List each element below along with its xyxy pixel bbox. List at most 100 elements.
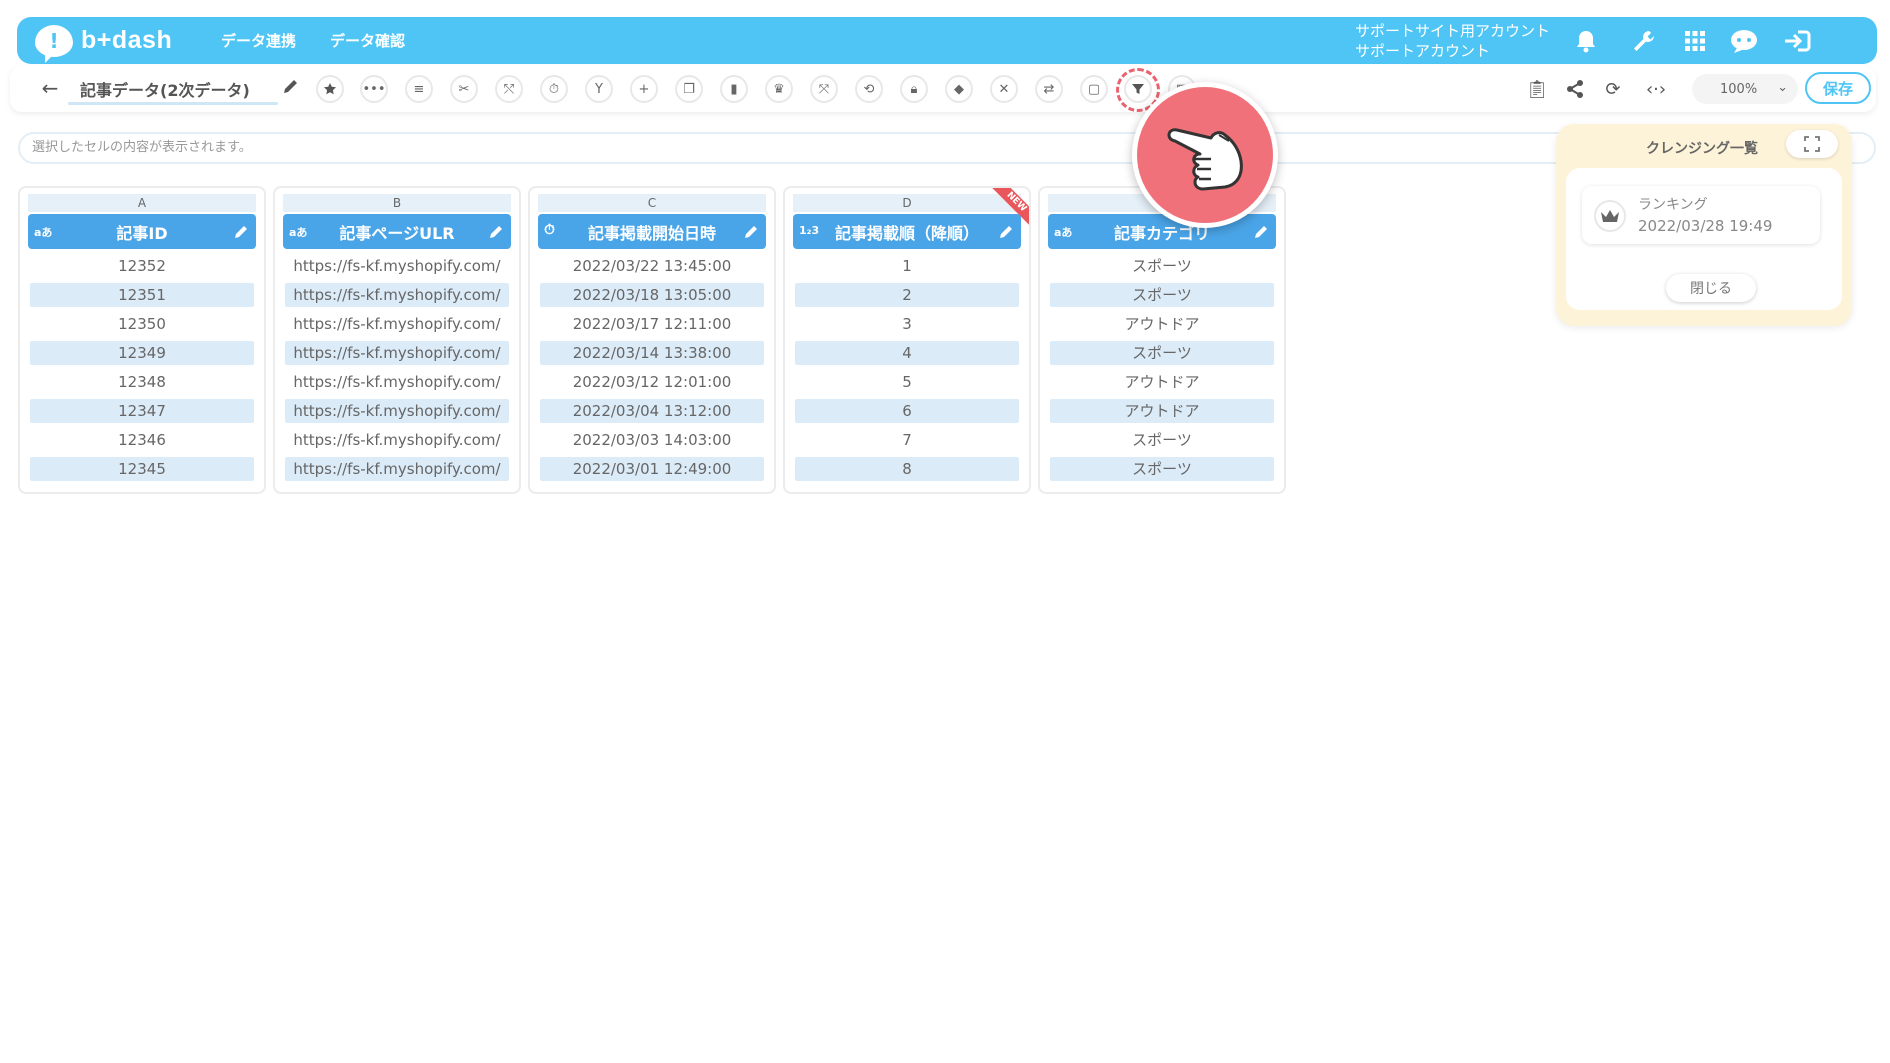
table-cell[interactable]: 2022/03/12 12:01:00 — [540, 370, 764, 394]
table-cell[interactable]: https://fs-kf.myshopify.com/ — [285, 399, 509, 423]
merge-icon[interactable]: ⤲ — [495, 75, 523, 103]
table-cell[interactable]: 2022/03/03 14:03:00 — [540, 428, 764, 452]
table-cell[interactable]: 12347 — [30, 399, 254, 423]
table-cell[interactable]: 2022/03/22 13:45:00 — [540, 254, 764, 278]
column-header[interactable]: aあ 記事ページULR — [283, 214, 511, 249]
table-cell[interactable]: 1 — [795, 254, 1019, 278]
pointing-hand-icon — [1132, 82, 1278, 228]
arrow-left-icon[interactable]: ← — [38, 77, 62, 101]
table-cell[interactable]: スポーツ — [1050, 254, 1274, 278]
table-cell[interactable]: 3 — [795, 312, 1019, 336]
table-cell[interactable]: 12349 — [30, 341, 254, 365]
table-cell[interactable]: 12352 — [30, 254, 254, 278]
table-cell[interactable]: https://fs-kf.myshopify.com/ — [285, 457, 509, 481]
column-b[interactable]: B aあ 記事ページULR https://fs-kf.myshopify.co… — [273, 186, 521, 494]
column-header[interactable]: aあ 記事ID — [28, 214, 256, 249]
code-icon[interactable]: ‹·› — [1640, 77, 1672, 101]
close-circle-icon[interactable]: ✕ — [990, 75, 1018, 103]
table-cell[interactable]: 5 — [795, 370, 1019, 394]
logout-icon[interactable] — [1782, 26, 1812, 56]
expand-icon[interactable]: ⤧ — [810, 75, 838, 103]
toolbar: ← 記事データ(2次データ) ••• ≡ ✂ ⤲ ⏱ Y + ❐ ▮ ♛ ⤧ ⟲… — [10, 66, 1876, 112]
table-cell[interactable]: 12351 — [30, 283, 254, 307]
account-info[interactable]: サポートサイト用アカウント サポートアカウント — [1355, 21, 1550, 61]
table-cell[interactable]: https://fs-kf.myshopify.com/ — [285, 254, 509, 278]
branch-icon[interactable]: Y — [585, 75, 613, 103]
lock-icon[interactable]: 🔒︎ — [900, 75, 928, 103]
column-header[interactable]: ⏱ 記事掲載開始日時 — [538, 214, 766, 249]
save-button[interactable]: 保存 — [1805, 72, 1871, 104]
table-cell[interactable]: アウトドア — [1050, 399, 1274, 423]
column-letter: A — [28, 194, 256, 212]
lines-icon[interactable]: ≡ — [405, 75, 433, 103]
fullscreen-icon — [1804, 136, 1820, 152]
repeat-icon[interactable]: ⟲ — [855, 75, 883, 103]
table-cell[interactable]: 12346 — [30, 428, 254, 452]
share-icon[interactable] — [1563, 77, 1587, 101]
table-cell[interactable]: 2022/03/14 13:38:00 — [540, 341, 764, 365]
table-cell[interactable]: https://fs-kf.myshopify.com/ — [285, 370, 509, 394]
table-cell[interactable]: https://fs-kf.myshopify.com/ — [285, 428, 509, 452]
table-cell[interactable]: https://fs-kf.myshopify.com/ — [285, 283, 509, 307]
table-cell[interactable]: スポーツ — [1050, 283, 1274, 307]
copy-icon[interactable]: ❐ — [675, 75, 703, 103]
pencil-icon[interactable] — [282, 77, 302, 97]
square-icon[interactable]: ▢ — [1080, 75, 1108, 103]
column-header[interactable]: 1₂3 記事掲載順（降順） — [793, 214, 1021, 249]
refresh-icon[interactable]: ⟳ — [1601, 77, 1625, 101]
close-button[interactable]: 閉じる — [1666, 274, 1756, 302]
table-cell[interactable]: スポーツ — [1050, 428, 1274, 452]
pencil-icon[interactable] — [234, 223, 250, 239]
wrench-icon[interactable] — [1629, 26, 1659, 56]
column-a[interactable]: A aあ 記事ID 12352 12351 12350 12349 12348 … — [18, 186, 266, 494]
nav-data-check[interactable]: データ確認 — [330, 30, 405, 51]
pencil-icon[interactable] — [999, 223, 1015, 239]
table-cell[interactable]: 12348 — [30, 370, 254, 394]
table-cell[interactable]: スポーツ — [1050, 341, 1274, 365]
table-cell[interactable]: 2022/03/01 12:49:00 — [540, 457, 764, 481]
dots-icon[interactable]: ••• — [360, 75, 388, 103]
trash-icon[interactable]: ▮ — [720, 75, 748, 103]
table-cell[interactable]: https://fs-kf.myshopify.com/ — [285, 312, 509, 336]
table-cell[interactable]: 6 — [795, 399, 1019, 423]
replace-icon[interactable]: ⇄ — [1035, 75, 1063, 103]
table-cell[interactable]: 12345 — [30, 457, 254, 481]
fullscreen-button[interactable] — [1786, 130, 1838, 158]
column-name: 記事掲載開始日時 — [587, 223, 716, 243]
chat-robot-icon[interactable] — [1729, 26, 1759, 56]
table-cell[interactable]: スポーツ — [1050, 457, 1274, 481]
bag-icon[interactable]: ◆ — [945, 75, 973, 103]
table-cell[interactable]: 2022/03/17 12:11:00 — [540, 312, 764, 336]
table-cell[interactable]: アウトドア — [1050, 370, 1274, 394]
pencil-icon[interactable] — [489, 223, 505, 239]
cleansing-item[interactable]: ランキング 2022/03/28 19:49 — [1582, 186, 1820, 244]
table-cell[interactable]: 8 — [795, 457, 1019, 481]
column-d[interactable]: NEW D 1₂3 記事掲載順（降順） 1 2 3 4 5 6 7 8 — [783, 186, 1031, 494]
crown-icon[interactable]: ♛ — [765, 75, 793, 103]
column-e[interactable]: E aあ 記事カテゴリ スポーツ スポーツ アウトドア スポーツ アウトドア ア… — [1038, 186, 1286, 494]
grid-icon[interactable] — [1680, 26, 1710, 56]
table-cell[interactable]: https://fs-kf.myshopify.com/ — [285, 341, 509, 365]
table-cell[interactable]: 4 — [795, 341, 1019, 365]
bell-icon[interactable] — [1571, 26, 1601, 56]
pencil-icon[interactable] — [1254, 223, 1270, 239]
timer-icon[interactable]: ⏱ — [540, 75, 568, 103]
table-cell[interactable]: 2022/03/04 13:12:00 — [540, 399, 764, 423]
logo[interactable]: ! b+dash — [35, 24, 185, 63]
scissors-icon[interactable]: ✂ — [450, 75, 478, 103]
star-icon[interactable] — [316, 75, 344, 103]
clipboard-icon[interactable]: 📋︎ — [1525, 77, 1549, 101]
table-cell[interactable]: 12350 — [30, 312, 254, 336]
column-c[interactable]: C ⏱ 記事掲載開始日時 2022/03/22 13:45:00 2022/03… — [528, 186, 776, 494]
nav-data-integration[interactable]: データ連携 — [221, 30, 296, 51]
column-header[interactable]: aあ 記事カテゴリ — [1048, 214, 1276, 249]
table-cell[interactable]: アウトドア — [1050, 312, 1274, 336]
pencil-icon[interactable] — [744, 223, 760, 239]
document-title[interactable]: 記事データ(2次データ) — [80, 77, 250, 101]
table-cell[interactable]: 2022/03/18 13:05:00 — [540, 283, 764, 307]
zoom-select[interactable]: 100% ⌄ — [1692, 74, 1798, 104]
timer-type-icon: ⏱ — [544, 222, 555, 238]
table-cell[interactable]: 2 — [795, 283, 1019, 307]
table-cell[interactable]: 7 — [795, 428, 1019, 452]
plus-icon[interactable]: + — [630, 75, 658, 103]
